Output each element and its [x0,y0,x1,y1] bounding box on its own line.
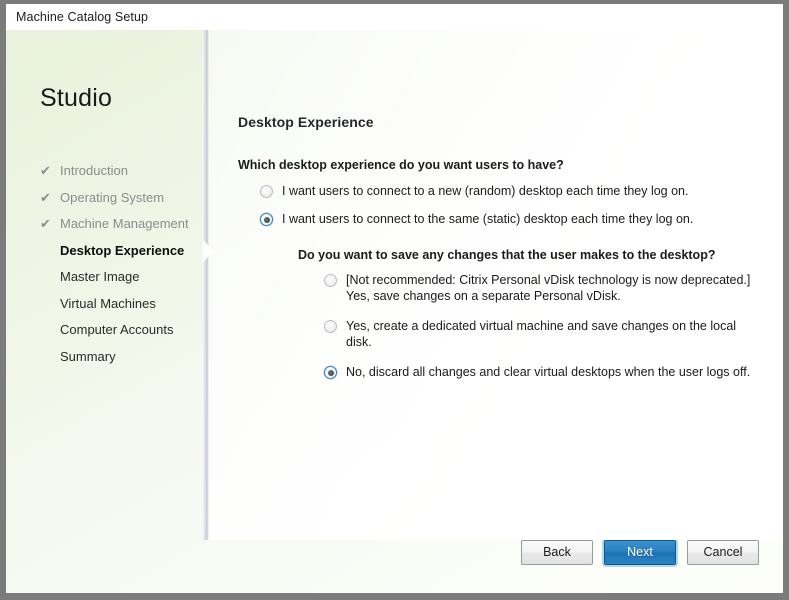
radio-option-label-line1: [Not recommended: Citrix Personal vDisk … [346,273,751,287]
current-step-pointer-icon [203,240,214,262]
radio-option-label: No, discard all changes and clear virtua… [346,365,751,379]
save-changes-sub-block: Do you want to save any changes that the… [260,248,753,380]
wizard-sidebar: Studio ✔ Introduction ✔ Operating System… [6,30,202,540]
title-bar: Machine Catalog Setup [6,4,783,30]
wizard-step-list: ✔ Introduction ✔ Operating System ✔ Mach… [40,163,202,366]
wizard-content-panel: Desktop Experience Which desktop experie… [202,30,783,540]
check-icon: ✔ [40,163,51,178]
sidebar-divider [202,30,209,540]
sidebar-item-master-image[interactable]: Master Image [40,269,202,286]
radio-icon[interactable] [260,185,273,198]
sidebar-item-virtual-machines[interactable]: Virtual Machines [40,296,202,313]
radio-option-label-wrapper: [Not recommended: Citrix Personal vDisk … [346,272,750,304]
radio-option-label: I want users to connect to a new (random… [282,184,689,198]
sidebar-item-label: Virtual Machines [60,295,156,311]
radio-option-label-line2: Yes, save changes on a separate Personal… [346,289,621,303]
radio-icon[interactable] [324,320,337,333]
sub-question-label: Do you want to save any changes that the… [298,248,716,262]
machine-catalog-setup-window: Machine Catalog Setup Studio ✔ Introduct… [6,4,783,593]
radio-option-personal-vdisk[interactable]: [Not recommended: Citrix Personal vDisk … [324,272,753,304]
check-icon: ✔ [40,216,51,231]
studio-brand-title: Studio [40,84,113,112]
check-icon: ✔ [40,189,51,205]
sidebar-item-label: Desktop Experience [60,242,185,258]
sidebar-item-label: Introduction [60,163,128,178]
radio-icon-selected[interactable] [324,366,337,379]
wizard-main: Studio ✔ Introduction ✔ Operating System… [6,30,783,540]
radio-option-discard-changes[interactable]: No, discard all changes and clear virtua… [324,364,753,380]
page-title: Desktop Experience [238,114,374,130]
desktop-experience-radio-group: I want users to connect to a new (random… [238,183,753,380]
sidebar-item-machine-management[interactable]: ✔ Machine Management [40,216,202,233]
sidebar-item-label: Machine Management [60,216,189,231]
radio-option-label: Yes, create a dedicated virtual machine … [346,319,737,349]
radio-option-label: I want users to connect to the same (sta… [282,212,694,226]
sidebar-item-computer-accounts[interactable]: Computer Accounts [40,322,202,339]
sidebar-item-label: Operating System [60,189,165,205]
wizard-body: Studio ✔ Introduction ✔ Operating System… [6,30,783,593]
radio-option-random-desktop[interactable]: I want users to connect to a new (random… [260,183,753,199]
cancel-button[interactable]: Cancel [687,540,759,565]
radio-option-dedicated-vm[interactable]: Yes, create a dedicated virtual machine … [324,318,753,350]
next-button[interactable]: Next [604,540,676,565]
sidebar-item-desktop-experience[interactable]: Desktop Experience [40,243,202,260]
sidebar-item-introduction[interactable]: ✔ Introduction [40,163,202,180]
back-button[interactable]: Back [521,540,593,565]
primary-question-label: Which desktop experience do you want use… [238,158,564,172]
window-title: Machine Catalog Setup [16,10,149,24]
sidebar-item-summary[interactable]: Summary [40,349,202,366]
wizard-footer: Back Next Cancel [6,540,783,593]
sidebar-item-operating-system[interactable]: ✔ Operating System [40,190,202,207]
save-changes-radio-group: [Not recommended: Citrix Personal vDisk … [298,272,753,380]
sidebar-item-label: Computer Accounts [60,322,174,337]
sidebar-item-label: Summary [60,348,116,364]
sidebar-item-label: Master Image [60,269,140,284]
radio-icon-selected[interactable] [260,213,273,226]
radio-icon[interactable] [324,274,337,287]
radio-option-static-desktop[interactable]: I want users to connect to the same (sta… [260,211,753,227]
